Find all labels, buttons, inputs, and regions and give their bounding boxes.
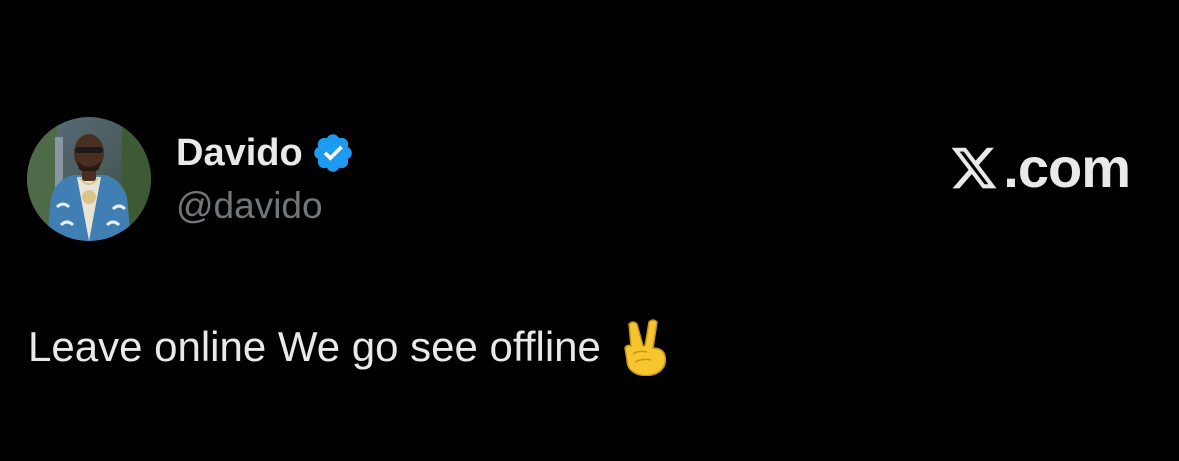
x-brand-mark: .com bbox=[947, 136, 1131, 199]
avatar[interactable] bbox=[27, 117, 151, 241]
x-logo-icon bbox=[951, 147, 997, 189]
author-display-name[interactable]: Davido bbox=[176, 131, 303, 175]
profile-photo bbox=[27, 117, 151, 241]
author-handle[interactable]: @davido bbox=[176, 184, 323, 228]
brand-domain-text: .com bbox=[1003, 136, 1131, 199]
victory-hand-emoji bbox=[624, 319, 666, 376]
verified-badge-icon bbox=[313, 134, 352, 172]
tweet-body: Leave online We go see offline bbox=[28, 318, 671, 376]
author-name-row[interactable]: Davido bbox=[176, 131, 355, 175]
tweet-text: Leave online We go see offline bbox=[28, 323, 601, 370]
